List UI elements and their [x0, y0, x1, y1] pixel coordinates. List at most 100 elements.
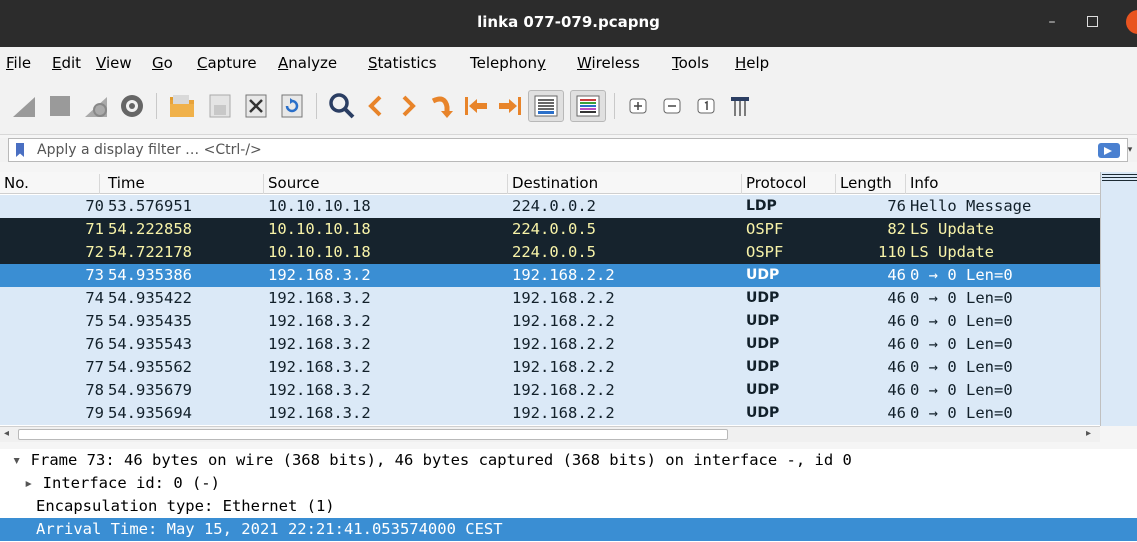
resize-columns-icon[interactable] [724, 90, 756, 122]
zoom-out-icon[interactable] [656, 90, 688, 122]
column-header-info[interactable]: Info [906, 174, 1100, 194]
auto-scroll-icon[interactable] [528, 90, 564, 122]
cell-info: 0 → 0 Len=0 [910, 358, 1013, 376]
menu-item[interactable]: Go [152, 54, 173, 72]
menu-item[interactable]: Help [735, 54, 769, 72]
cell-length: 46 [887, 358, 906, 376]
horizontal-scrollbar[interactable]: ◂ ▸ [0, 426, 1100, 442]
save-file-icon[interactable] [204, 90, 236, 122]
go-first-icon[interactable] [460, 90, 492, 122]
expand-right-icon[interactable]: ▸ [24, 474, 43, 492]
cell-protocol: UDP [746, 290, 780, 306]
capture-options-icon[interactable] [116, 90, 148, 122]
table-row[interactable]: 73 54.935386 192.168.3.2 192.168.2.2 UDP 46 0 … [0, 264, 1100, 287]
cell-no: 73 [85, 266, 104, 284]
find-packet-icon[interactable] [326, 90, 358, 122]
go-back-icon[interactable] [360, 90, 392, 122]
cell-length: 46 [887, 404, 906, 422]
cell-length: 46 [887, 381, 906, 399]
cell-protocol: UDP [746, 382, 780, 398]
table-row[interactable]: 74 54.935422 192.168.3.2 192.168.2.2 UDP 46 0 … [0, 287, 1100, 310]
detail-line[interactable]: Encapsulation type: Ethernet (1) [0, 495, 1137, 518]
scroll-left-icon[interactable]: ◂ [4, 428, 9, 439]
table-row[interactable]: 71 54.222858 10.10.10.18 224.0.0.5 OSPF 82 LS … [0, 218, 1100, 241]
cell-no: 75 [85, 312, 104, 330]
column-header-time[interactable]: Time [104, 174, 264, 194]
cell-source: 192.168.3.2 [268, 266, 371, 284]
expand-down-icon[interactable]: ▾ [12, 451, 31, 469]
detail-text: ▾ Frame 73: 46 bytes on wire (368 bits),… [12, 449, 852, 472]
column-header-no[interactable]: No. [0, 174, 100, 194]
table-row[interactable]: 78 54.935679 192.168.3.2 192.168.2.2 UDP 46 0 … [0, 379, 1100, 402]
display-filter-bar: ▾ [0, 138, 1137, 162]
detail-text: ▸ Interface id: 0 (-) [24, 472, 220, 495]
cell-protocol: UDP [746, 359, 780, 375]
bookmark-icon[interactable] [16, 143, 24, 157]
reload-file-icon[interactable] [276, 90, 308, 122]
menu-bar: File Edit View Go Capture Analyze Statistics Te… [0, 47, 1137, 79]
menu-item[interactable]: Telephony [470, 54, 546, 72]
detail-line[interactable]: ▾ Frame 73: 46 bytes on wire (368 bits),… [0, 449, 1137, 472]
display-filter-input[interactable] [37, 141, 937, 159]
cell-no: 76 [85, 335, 104, 353]
cell-info: 0 → 0 Len=0 [910, 266, 1013, 284]
cell-destination: 192.168.2.2 [512, 335, 615, 353]
cell-source: 10.10.10.18 [268, 197, 371, 215]
menu-item[interactable]: Capture [197, 54, 257, 72]
filter-dropdown-icon[interactable]: ▾ [1124, 142, 1136, 158]
column-header-source[interactable]: Source [264, 174, 508, 194]
cell-protocol: UDP [746, 405, 780, 421]
zoom-in-icon[interactable] [622, 90, 654, 122]
stop-capture-icon[interactable] [44, 90, 76, 122]
cell-no: 77 [85, 358, 104, 376]
restart-capture-icon[interactable] [80, 90, 112, 122]
cell-protocol: UDP [746, 313, 780, 329]
cell-info: 0 → 0 Len=0 [910, 381, 1013, 399]
menu-item[interactable]: File [6, 54, 31, 72]
table-row[interactable]: 75 54.935435 192.168.3.2 192.168.2.2 UDP 46 0 … [0, 310, 1100, 333]
menu-item[interactable]: Statistics [368, 54, 437, 72]
cell-length: 82 [887, 220, 906, 238]
packet-minimap[interactable] [1100, 172, 1137, 426]
menu-item[interactable]: Tools [672, 54, 709, 72]
column-header-protocol[interactable]: Protocol [742, 174, 836, 194]
table-row[interactable]: 72 54.722178 10.10.10.18 224.0.0.5 OSPF 110 LS… [0, 241, 1100, 264]
table-row[interactable]: 79 54.935694 192.168.3.2 192.168.2.2 UDP 46 0 … [0, 402, 1100, 425]
cell-destination: 192.168.2.2 [512, 312, 615, 330]
table-row[interactable]: 77 54.935562 192.168.3.2 192.168.2.2 UDP 46 0 … [0, 356, 1100, 379]
minimize-button[interactable]: – [1040, 10, 1064, 34]
packet-list: No. Time Source Destination Protocol Len… [0, 172, 1137, 426]
table-row[interactable]: 76 54.935543 192.168.3.2 192.168.2.2 UDP 46 0 … [0, 333, 1100, 356]
close-file-icon[interactable] [240, 90, 272, 122]
detail-line[interactable]: Arrival Time: May 15, 2021 22:21:41.0535… [0, 518, 1137, 541]
cell-protocol: LDP [746, 198, 777, 214]
go-to-packet-icon[interactable] [426, 90, 458, 122]
table-row[interactable]: 70 53.576951 10.10.10.18 224.0.0.2 LDP 76 Hell… [0, 195, 1100, 218]
cell-destination: 192.168.2.2 [512, 381, 615, 399]
scroll-right-icon[interactable]: ▸ [1086, 428, 1091, 439]
detail-label: Frame 73: 46 bytes on wire (368 bits), 4… [30, 451, 852, 469]
open-file-icon[interactable] [166, 90, 198, 122]
toolbar-separator [156, 93, 157, 119]
cell-source: 10.10.10.18 [268, 220, 371, 238]
column-header-length[interactable]: Length [836, 174, 906, 194]
column-header-destination[interactable]: Destination [508, 174, 742, 194]
detail-line[interactable]: ▸ Interface id: 0 (-) [0, 472, 1137, 495]
detail-text: Arrival Time: May 15, 2021 22:21:41.0535… [36, 518, 503, 541]
colorize-icon[interactable] [570, 90, 606, 122]
menu-item[interactable]: Edit [52, 54, 81, 72]
apply-filter-icon[interactable] [1098, 143, 1120, 158]
cell-info: Hello Message [910, 197, 1032, 215]
start-capture-icon[interactable] [8, 90, 40, 122]
cell-destination: 192.168.2.2 [512, 289, 615, 307]
menu-item[interactable]: Analyze [278, 54, 337, 72]
menu-item[interactable]: Wireless [577, 54, 640, 72]
go-last-icon[interactable] [494, 90, 526, 122]
scrollbar-thumb[interactable] [18, 429, 728, 440]
maximize-button[interactable] [1087, 16, 1098, 27]
menu-item[interactable]: View [96, 54, 132, 72]
normal-size-icon[interactable] [690, 90, 722, 122]
go-forward-icon[interactable] [392, 90, 424, 122]
cell-length: 46 [887, 266, 906, 284]
cell-info: 0 → 0 Len=0 [910, 404, 1013, 422]
